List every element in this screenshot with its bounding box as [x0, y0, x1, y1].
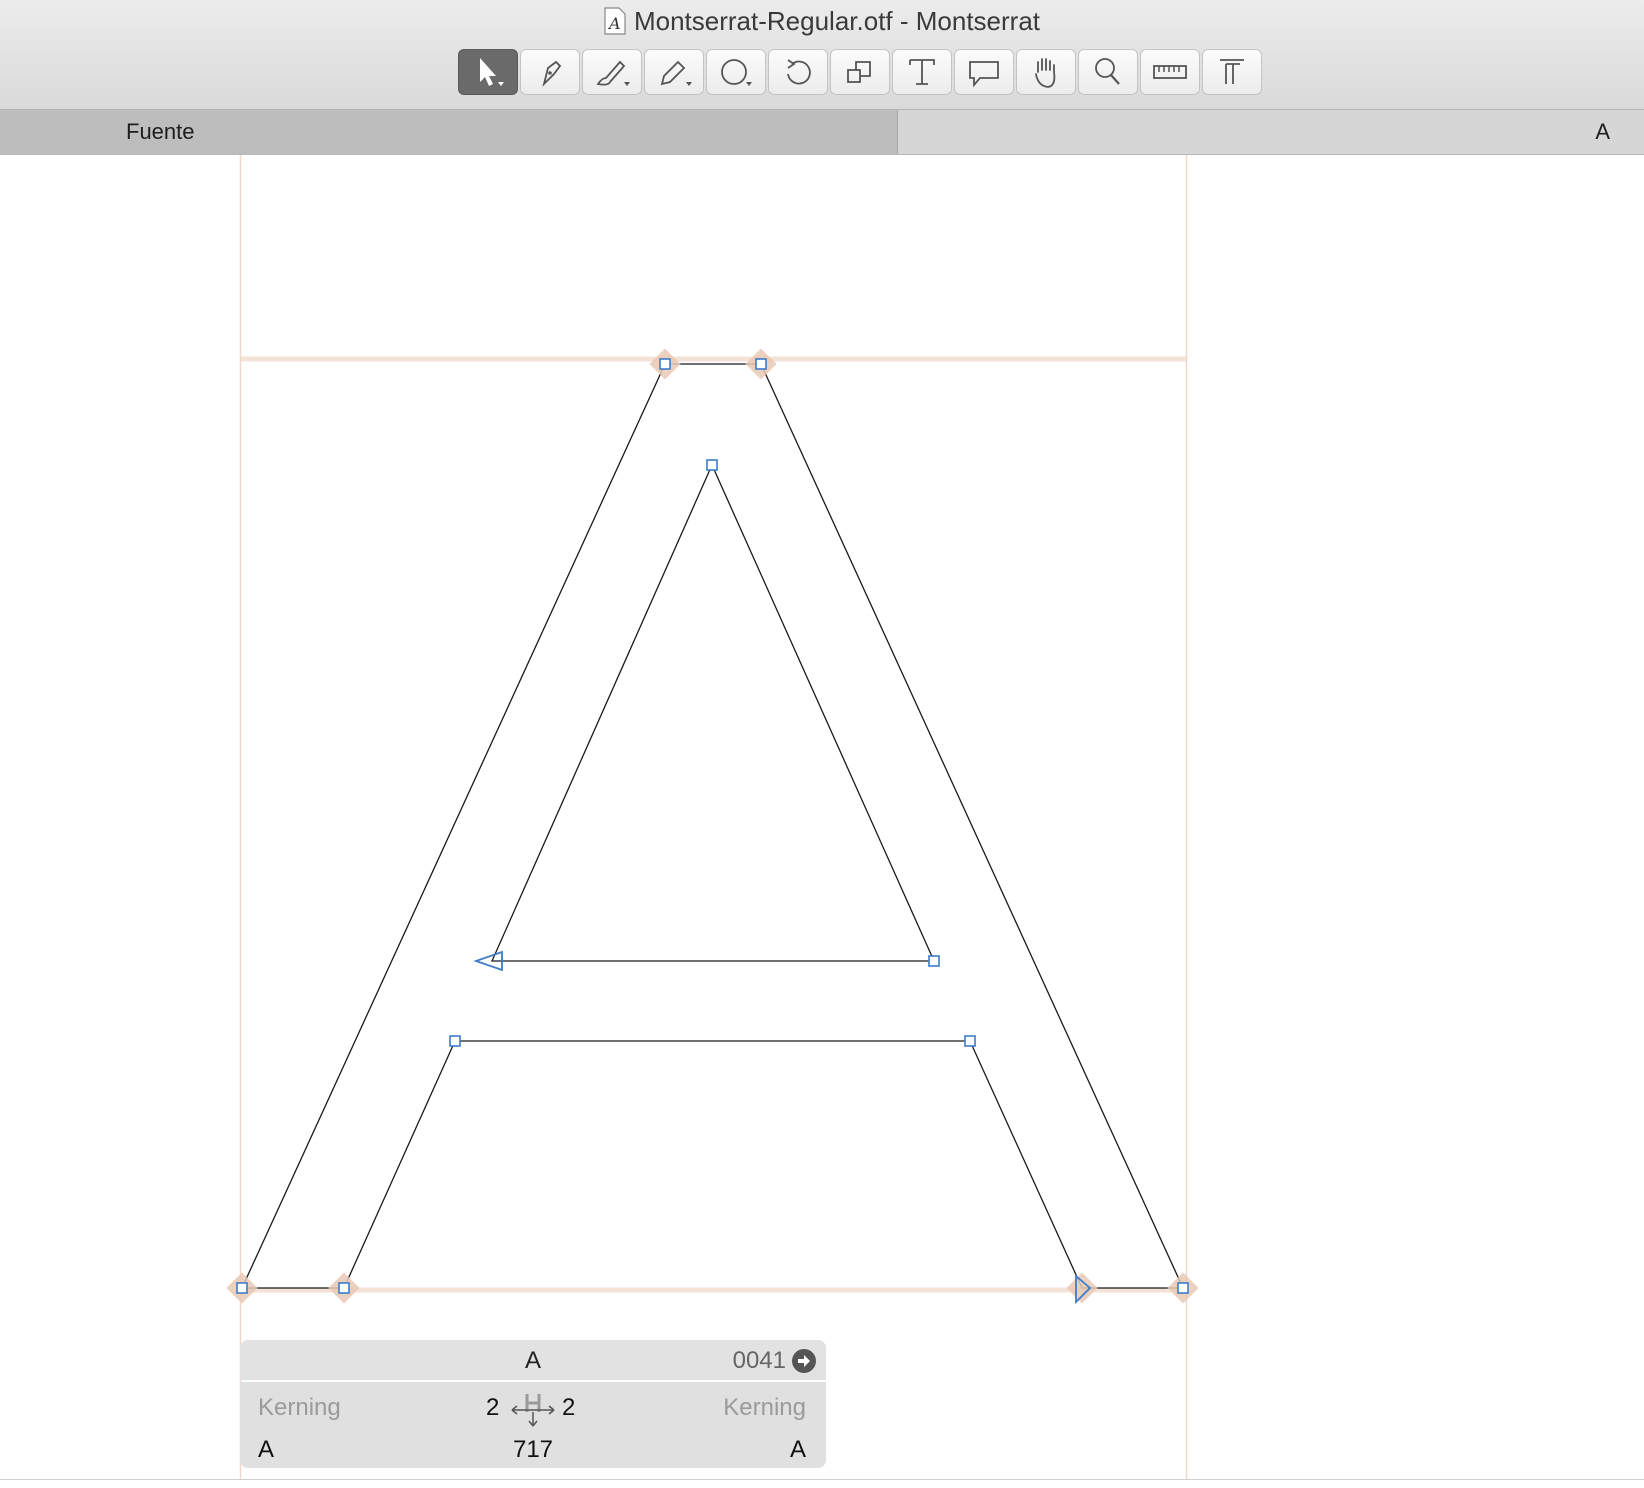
scale-icon: [847, 61, 871, 83]
scale-tool-button[interactable]: [830, 49, 890, 95]
svg-text:A: A: [607, 14, 621, 33]
hand-icon: [1035, 58, 1056, 88]
document-icon: A: [604, 7, 626, 35]
outline-node[interactable]: [964, 1035, 976, 1047]
annotation-tool-button[interactable]: [954, 49, 1014, 95]
outline-node[interactable]: [755, 358, 767, 370]
hand-tool-button[interactable]: [1016, 49, 1076, 95]
measure-tool-button[interactable]: [1140, 49, 1200, 95]
tab-font-label: Fuente: [126, 119, 195, 144]
pencil-icon: [660, 60, 692, 86]
right-sidebearing-value[interactable]: 2: [562, 1394, 575, 1422]
glyph-outline-view[interactable]: [0, 155, 1644, 1479]
brush-tool-button[interactable]: [582, 49, 642, 95]
toolbar: [458, 49, 1262, 95]
magnifier-icon: [1095, 58, 1120, 85]
glyph-info-header: A 0041: [240, 1340, 826, 1380]
pointer-icon: [480, 58, 504, 86]
outline-node[interactable]: [449, 1035, 461, 1047]
zoom-tool-button[interactable]: [1078, 49, 1138, 95]
brush-icon: [596, 60, 630, 86]
ruler-icon: [1153, 65, 1187, 79]
window-titlebar: A Montserrat-Regular.otf - Montserrat: [0, 0, 1644, 110]
unicode-value: 0041: [732, 1347, 786, 1374]
pen-icon: [542, 60, 562, 87]
outline-node[interactable]: [659, 358, 671, 370]
metrics-arrows-icon: [511, 1394, 555, 1427]
rotate-tool-button[interactable]: [768, 49, 828, 95]
text-icon: [909, 59, 935, 85]
kerning-left-label: Kerning: [258, 1394, 341, 1421]
pen-tool-button[interactable]: [520, 49, 580, 95]
outer-contour[interactable]: [240, 363, 1185, 1289]
text-tool-button[interactable]: [892, 49, 952, 95]
tab-bar: Fuente A: [0, 110, 1644, 155]
go-to-arrow-icon[interactable]: [792, 1349, 816, 1373]
window-title: A Montserrat-Regular.otf - Montserrat: [0, 6, 1644, 37]
canvas-bottom-border: [0, 1479, 1644, 1480]
outline-node[interactable]: [928, 955, 940, 967]
metrics-icon: [1220, 59, 1244, 84]
tab-font[interactable]: Fuente: [0, 110, 898, 154]
extreme-point-markers: [226, 348, 1199, 1304]
outline-node[interactable]: [236, 1282, 248, 1294]
tab-glyph-label: A: [1595, 119, 1610, 144]
glyph-metrics: Kerning 2 2 Kerning A 717 A: [240, 1382, 826, 1468]
glyph-info-panel: A 0041 Kerning 2 2 Kerning A 717 A: [240, 1340, 826, 1468]
outline-node[interactable]: [706, 459, 718, 471]
window-title-text: Montserrat-Regular.otf - Montserrat: [633, 6, 1041, 36]
right-glyph[interactable]: A: [790, 1436, 806, 1464]
extreme-point-marker: [1066, 1272, 1098, 1304]
pencil-tool-button[interactable]: [644, 49, 704, 95]
outline-node[interactable]: [338, 1282, 350, 1294]
pointer-tool-button[interactable]: [458, 49, 518, 95]
outline-node[interactable]: [1177, 1282, 1189, 1294]
shape-tool-button[interactable]: [706, 49, 766, 95]
kerning-right-label: Kerning: [723, 1394, 806, 1421]
left-sidebearing-value[interactable]: 2: [486, 1394, 499, 1422]
speech-bubble-icon: [969, 61, 999, 88]
rotate-icon: [787, 59, 811, 85]
circle-icon: [721, 59, 752, 86]
glyph-canvas[interactable]: [0, 155, 1644, 1479]
advance-width-value[interactable]: 717: [240, 1436, 826, 1464]
inner-contour[interactable]: [491, 463, 936, 962]
metrics-tool-button[interactable]: [1202, 49, 1262, 95]
